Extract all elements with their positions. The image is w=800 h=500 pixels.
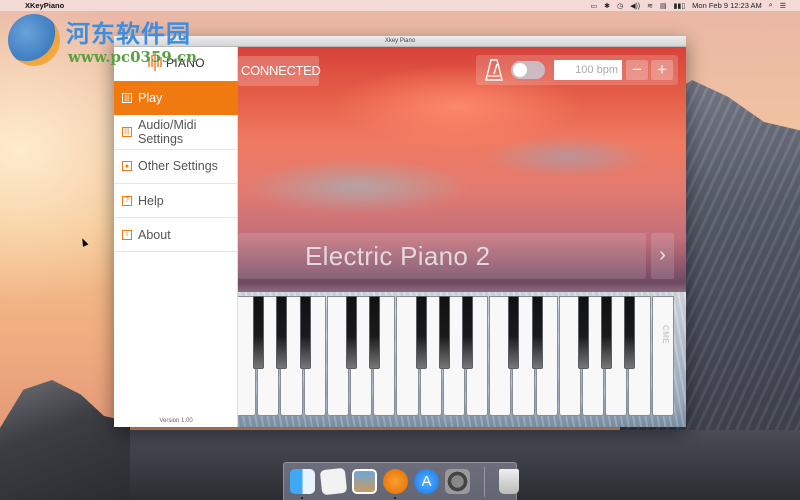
dock-app-store-icon[interactable]: A — [414, 469, 439, 494]
dock-notes-icon[interactable] — [319, 467, 348, 496]
sidebar-item-about[interactable]: i About — [114, 218, 238, 253]
main-content: CONNECTED − + Electric Piano 2 › CME — [238, 47, 686, 427]
dock-system-preferences-icon[interactable] — [445, 469, 470, 494]
app-brand: PIANO — [114, 47, 238, 81]
patch-selector[interactable]: Electric Piano 2 — [238, 233, 646, 279]
sidebar-item-other-settings[interactable]: ● Other Settings — [114, 150, 238, 184]
dock-separator — [484, 466, 485, 497]
clock[interactable]: Mon Feb 9 12:23 AM — [692, 1, 762, 10]
patch-name: Electric Piano 2 — [305, 241, 491, 271]
sidebar-item-label: Help — [138, 193, 164, 208]
keyboard-input-icon[interactable]: ▤ — [660, 2, 667, 10]
sidebar-item-label: Audio/Midi Settings — [138, 117, 197, 146]
running-indicator — [301, 497, 303, 499]
menu-bar: XKeyPiano ▭ ✱ ◷ ◀)) ≋ ▤ ▮▮▯ Mon Feb 9 12… — [0, 0, 800, 11]
chevron-right-icon: › — [659, 244, 666, 266]
midi-icon: ||| — [122, 126, 132, 137]
volume-icon[interactable]: ◀)) — [630, 2, 640, 10]
black-key[interactable] — [253, 296, 265, 369]
version-label: Version 1.00 — [159, 418, 193, 424]
metronome-toggle[interactable] — [511, 61, 545, 79]
sidebar-menu: ||| Play ||| Audio/Midi Settings ● Other Sett… — [114, 81, 238, 253]
piano-keyboard: CME — [238, 292, 686, 427]
metronome-icon — [485, 59, 503, 81]
dock-xkey-piano-icon[interactable] — [383, 469, 408, 499]
running-indicator — [394, 497, 396, 499]
black-key[interactable] — [531, 296, 543, 369]
sidebar: PIANO ||| Play ||| Audio/Midi Settings ● Othe… — [114, 47, 238, 427]
black-key[interactable] — [438, 296, 450, 369]
airplay-icon[interactable]: ▭ — [590, 2, 597, 10]
connection-status-badge[interactable]: CONNECTED — [238, 56, 321, 86]
black-key[interactable] — [508, 296, 520, 369]
settings-icon: ● — [122, 161, 132, 172]
black-key[interactable] — [601, 296, 613, 369]
black-key[interactable] — [578, 296, 589, 369]
white-key[interactable] — [651, 296, 674, 416]
brand-text: PIANO — [166, 56, 205, 70]
sidebar-item-play[interactable]: ||| Play — [114, 81, 238, 116]
spotlight-search-icon[interactable]: ⌕ — [769, 2, 773, 10]
status-area: ▭ ✱ ◷ ◀)) ≋ ▤ ▮▮▯ Mon Feb 9 12:23 AM ⌕ ☰ — [590, 1, 786, 10]
sidebar-item-label: Other Settings — [138, 159, 218, 174]
black-key[interactable] — [369, 296, 381, 369]
black-key[interactable] — [276, 296, 288, 369]
mouse-cursor — [79, 237, 89, 247]
app-menu-name[interactable]: XKeyPiano — [25, 1, 64, 10]
toggle-knob — [513, 63, 527, 77]
tempo-decrement-button[interactable]: − — [626, 60, 648, 80]
sidebar-item-label: About — [138, 227, 171, 242]
dock-preview-icon[interactable] — [352, 469, 377, 494]
xkey-logo-icon — [148, 53, 162, 71]
bluetooth-icon[interactable]: ✱ — [604, 2, 610, 10]
app-window: Xkey Piano CONNECTED − + Electric Piano … — [114, 36, 686, 427]
piano-keys-icon: ||| — [122, 93, 132, 104]
time-machine-icon[interactable]: ◷ — [617, 2, 623, 10]
dock: A — [283, 462, 519, 500]
watermark-logo-icon — [8, 14, 60, 66]
window-titlebar[interactable]: Xkey Piano — [114, 36, 686, 47]
window-title: Xkey Piano — [384, 38, 416, 44]
desktop-wallpaper-peak — [0, 380, 130, 500]
sidebar-item-audio-midi-settings[interactable]: ||| Audio/Midi Settings — [114, 115, 238, 150]
tempo-input[interactable] — [554, 60, 622, 80]
help-icon: ? — [122, 195, 132, 206]
battery-icon[interactable]: ▮▮▯ — [674, 2, 686, 10]
black-key[interactable] — [462, 296, 473, 369]
sidebar-item-help[interactable]: ? Help — [114, 184, 238, 219]
info-icon: i — [122, 229, 132, 240]
black-key[interactable] — [415, 296, 427, 369]
next-patch-button[interactable]: › — [651, 233, 674, 279]
dock-finder-icon[interactable] — [290, 469, 315, 499]
notification-center-icon[interactable]: ☰ — [780, 2, 786, 10]
tempo-increment-button[interactable]: + — [651, 60, 673, 80]
black-key[interactable] — [346, 296, 357, 369]
sidebar-item-label: Play — [138, 91, 163, 106]
dock-trash-icon[interactable] — [499, 469, 519, 494]
black-key[interactable] — [624, 296, 636, 369]
cme-brand-label: CME — [660, 324, 670, 345]
metronome-panel: − + — [476, 55, 678, 85]
black-key[interactable] — [299, 296, 311, 369]
wifi-icon[interactable]: ≋ — [647, 2, 653, 10]
